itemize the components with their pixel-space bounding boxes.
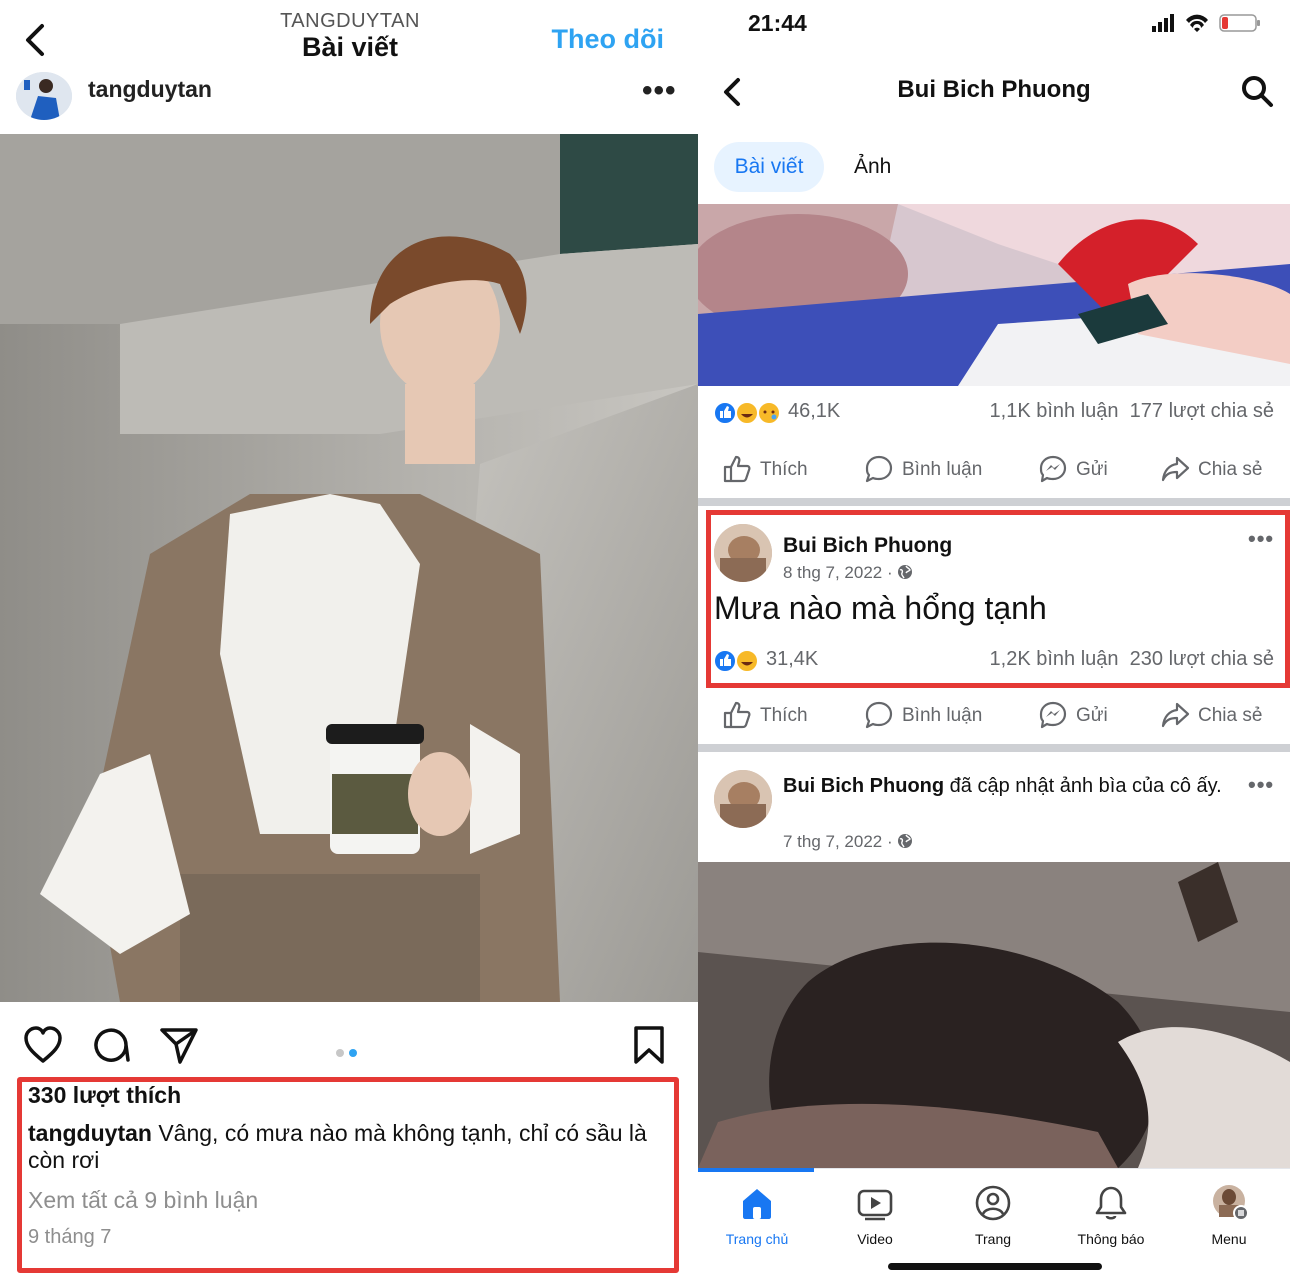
avatar[interactable] <box>714 770 772 828</box>
comments-shares-count: 1,1K bình luận 177 lượt chia sẻ <box>990 400 1274 423</box>
caption-username[interactable]: tangduytan <box>28 1120 152 1146</box>
instagram-post-screen: TANGDUYTAN Bài viết Theo dõi tangduytan … <box>0 0 698 1275</box>
comment-icon <box>865 455 893 483</box>
more-options-icon[interactable]: ••• <box>1248 528 1274 550</box>
carousel-dot-active <box>349 1049 357 1057</box>
facebook-profile-screen: 21:44 Bui Bich Phuong Bài viết Ảnh 46,1K… <box>698 0 1290 1275</box>
activity-text: đã cập nhật ảnh bìa của cô ấy. <box>944 775 1222 797</box>
post-action-bar: Thích Bình luận Gửi Chia sẻ <box>698 442 1290 498</box>
globe-icon <box>898 565 913 579</box>
nav-pages[interactable]: Trang <box>934 1183 1052 1263</box>
reaction-count[interactable]: 46,1K <box>788 400 840 423</box>
status-bar-icons <box>1152 14 1260 32</box>
avatar[interactable] <box>714 524 772 582</box>
post-action-bar: Thích Bình luận Gửi Chia sẻ <box>698 688 1290 744</box>
comments-shares-count: 1,2K bình luận 230 lượt chia sẻ <box>990 648 1274 671</box>
like-icon <box>723 701 751 729</box>
view-all-comments-link[interactable]: Xem tất cả 9 bình luận <box>28 1187 258 1214</box>
post-action-bar <box>0 1010 698 1074</box>
page-title: Bài viết <box>301 32 399 62</box>
avatar[interactable] <box>16 72 72 120</box>
facebook-nav-bar: Bui Bich Phuong <box>698 60 1290 124</box>
post-activity: Bui Bich Phuong đã cập nhật ảnh bìa của … <box>783 772 1233 800</box>
bottom-nav-bar: Trang chủ Video Trang Thông báo Menu <box>698 1168 1290 1275</box>
reactions-icon[interactable] <box>712 648 762 674</box>
comments-count[interactable]: 1,2K bình luận <box>990 648 1119 670</box>
messenger-icon <box>1039 701 1067 729</box>
video-icon <box>857 1189 893 1221</box>
globe-icon <box>898 834 913 848</box>
nav-home[interactable]: Trang chủ <box>698 1183 816 1263</box>
post-text: Mưa nào mà hổng tạnh <box>714 590 1047 626</box>
post-photo[interactable] <box>0 134 698 1002</box>
post-author[interactable]: Bui Bich Phuong <box>783 775 944 797</box>
comment-icon[interactable] <box>90 1024 132 1066</box>
likes-count[interactable]: 330 lượt thích <box>28 1082 181 1109</box>
tab-photos[interactable]: Ảnh <box>854 142 891 192</box>
nav-notifications[interactable]: Thông báo <box>1052 1183 1170 1263</box>
post-date: 9 tháng 7 <box>28 1226 112 1248</box>
share-icon <box>1161 456 1190 482</box>
post-image[interactable] <box>698 204 1290 386</box>
nav-menu[interactable]: Menu <box>1170 1183 1288 1263</box>
profile-tabs: Bài viết Ảnh <box>698 138 1290 194</box>
pages-icon <box>975 1185 1011 1221</box>
like-icon <box>723 455 751 483</box>
carousel-dot <box>336 1049 344 1057</box>
header-username: TANGDUYTAN <box>280 10 420 32</box>
post-username[interactable]: tangduytan <box>88 76 212 103</box>
post-meta: 7 thg 7, 2022 · <box>783 832 913 852</box>
more-options-icon[interactable]: ••• <box>1248 774 1274 796</box>
post-date[interactable]: 8 thg 7, 2022 · <box>783 563 893 582</box>
reaction-count[interactable]: 31,4K <box>766 648 818 671</box>
post-stats: 46,1K 1,1K bình luận 177 lượt chia sẻ <box>698 398 1290 432</box>
post-date[interactable]: 7 thg 7, 2022 · <box>783 832 893 851</box>
post-image[interactable] <box>698 862 1290 1168</box>
shares-count[interactable]: 177 lượt chia sẻ <box>1130 400 1274 422</box>
menu-avatar-icon <box>1213 1185 1249 1221</box>
carousel-indicator <box>336 1044 362 1062</box>
search-icon[interactable] <box>1240 74 1274 108</box>
bookmark-icon[interactable] <box>628 1024 670 1066</box>
more-options-icon[interactable]: ••• <box>642 76 677 106</box>
comment-icon <box>865 701 893 729</box>
follow-button[interactable]: Theo dõi <box>552 24 664 55</box>
post-stats: 31,4K 1,2K bình luận 230 lượt chia sẻ <box>698 646 1290 680</box>
heart-icon[interactable] <box>22 1024 64 1066</box>
comments-count[interactable]: 1,1K bình luận <box>990 400 1119 422</box>
back-arrow-icon[interactable] <box>18 20 52 60</box>
home-icon <box>743 1189 771 1219</box>
home-indicator[interactable] <box>888 1263 1102 1270</box>
post-separator <box>698 498 1290 506</box>
reactions-icon[interactable] <box>712 400 784 426</box>
page-title: Bui Bich Phuong <box>897 76 1091 103</box>
tab-posts[interactable]: Bài viết <box>714 142 824 192</box>
post-caption: tangduytan Vâng, có mưa nào mà không tạn… <box>28 1120 668 1174</box>
shares-count[interactable]: 230 lượt chia sẻ <box>1130 648 1274 670</box>
active-tab-indicator <box>698 1168 814 1172</box>
post-separator <box>698 744 1290 752</box>
post-meta: 8 thg 7, 2022 · <box>783 563 913 583</box>
nav-video[interactable]: Video <box>816 1183 934 1263</box>
share-icon <box>1161 702 1190 728</box>
messenger-icon <box>1039 455 1067 483</box>
post-author[interactable]: Bui Bich Phuong <box>783 534 952 558</box>
bell-icon <box>1095 1186 1127 1220</box>
share-send-icon[interactable] <box>158 1024 200 1066</box>
status-time: 21:44 <box>748 10 807 36</box>
back-arrow-icon[interactable] <box>720 76 744 108</box>
post-author-row: tangduytan ••• <box>0 66 698 120</box>
